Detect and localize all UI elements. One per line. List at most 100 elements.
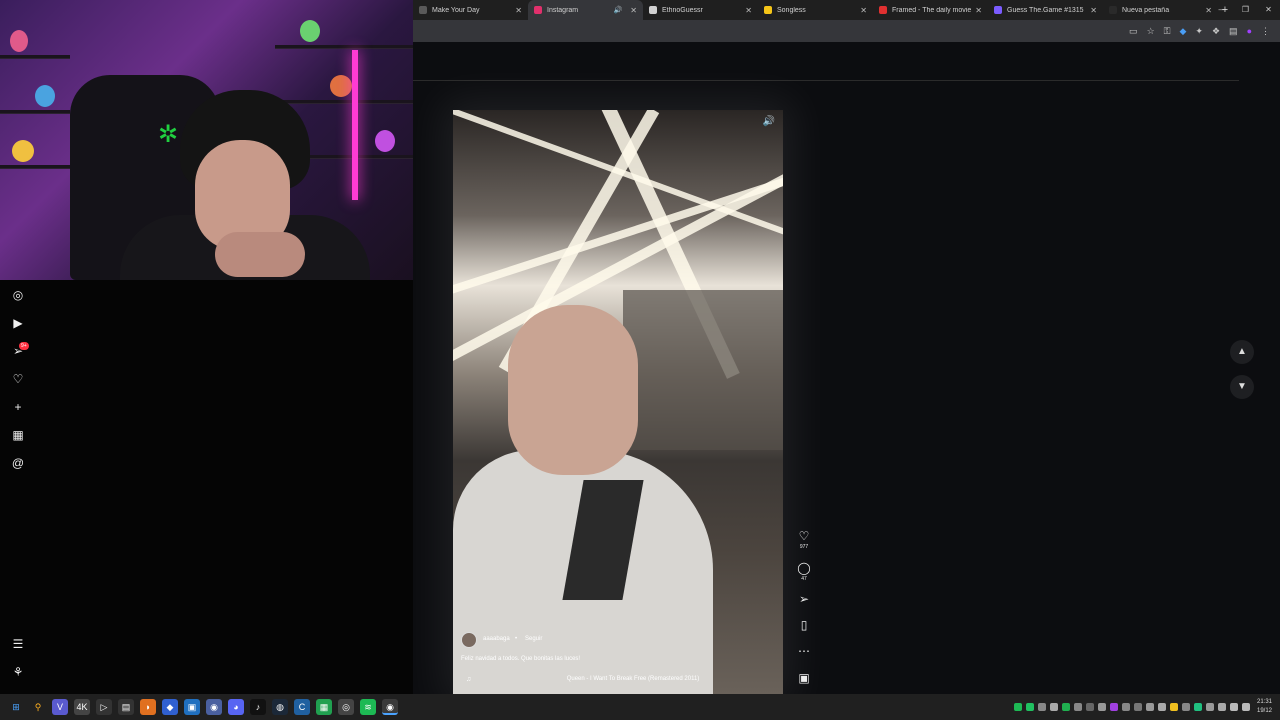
spotify-icon[interactable]: ≋ — [360, 699, 376, 715]
close-icon[interactable]: ✕ — [745, 6, 752, 15]
more-menu-icon[interactable]: ☰ — [10, 636, 26, 652]
close-icon[interactable]: ✕ — [515, 6, 522, 15]
app-icon[interactable]: ◉ — [206, 699, 222, 715]
profile-icon[interactable]: ● — [1247, 26, 1252, 36]
start-icon[interactable]: ⊞ — [8, 699, 24, 715]
app-icon[interactable]: ◆ — [162, 699, 178, 715]
tab-favicon — [764, 6, 772, 14]
tab-favicon — [1109, 6, 1117, 14]
volume-icon[interactable]: 🔊 — [763, 116, 775, 127]
avatar[interactable] — [461, 632, 477, 648]
threads-icon[interactable]: @ — [10, 455, 26, 471]
app-icon[interactable]: 4K — [74, 699, 90, 715]
app-icon[interactable]: V — [52, 699, 68, 715]
minimize-button[interactable]: — — [1211, 0, 1234, 20]
tray-icon[interactable] — [1146, 703, 1154, 711]
tray-icon[interactable] — [1122, 703, 1130, 711]
tab-framed[interactable]: Framed - The daily movie gu ✕ — [873, 0, 988, 20]
next-reel-button[interactable]: ▼ — [1230, 375, 1254, 399]
comment-count: 47 — [801, 576, 807, 582]
tray-icon[interactable] — [1014, 703, 1022, 711]
discord-icon[interactable]: ◕ — [228, 699, 244, 715]
steam-icon[interactable]: ◍ — [272, 699, 288, 715]
reel-song[interactable]: Queen - I Want To Break Free (Remastered… — [453, 676, 783, 682]
app-icon[interactable]: ▦ — [316, 699, 332, 715]
save-button[interactable]: ▯ — [795, 618, 813, 632]
tray-icon[interactable] — [1170, 703, 1178, 711]
cast-icon[interactable]: ▭ — [1129, 26, 1138, 37]
close-window-button[interactable]: ✕ — [1257, 0, 1280, 20]
close-icon[interactable]: ✕ — [630, 6, 637, 15]
sidebar-icon[interactable]: ▤ — [1229, 26, 1238, 37]
more-options-button[interactable]: ⋯ — [795, 644, 813, 658]
star-icon[interactable]: ☆ — [1147, 26, 1155, 37]
share-button[interactable]: ➢ — [795, 592, 813, 606]
speaker-icon[interactable]: 🔊 — [614, 6, 623, 14]
tray-icon[interactable] — [1062, 703, 1070, 711]
tray-icon[interactable] — [1182, 703, 1190, 711]
taskbar-clock[interactable]: 21:31 19/12 — [1257, 698, 1272, 716]
tray-icon[interactable] — [1110, 703, 1118, 711]
tab-songless[interactable]: Songless ✕ — [758, 0, 873, 20]
menu-icon[interactable]: ⋮ — [1261, 26, 1270, 37]
search-icon[interactable]: ⚲ — [30, 699, 46, 715]
app-icon[interactable]: ◗ — [140, 699, 156, 715]
tab-ethnoguessr[interactable]: EthnoGuessr ✕ — [643, 0, 758, 20]
tab-new-tab[interactable]: Nueva pestaña ✕ — [1103, 0, 1218, 20]
tab-guess-the-game[interactable]: Guess The.Game #1315 ✕ — [988, 0, 1103, 20]
maximize-button[interactable]: ❐ — [1234, 0, 1257, 20]
tray-icon[interactable] — [1206, 703, 1214, 711]
reel-video[interactable]: 🔊 aaaabaga • Seguir Feliz navidad a todo… — [453, 110, 783, 695]
close-icon[interactable]: ✕ — [860, 6, 867, 15]
app-icon[interactable]: ▤ — [118, 699, 134, 715]
tab-make-your-day[interactable]: Make Your Day ✕ — [413, 0, 528, 20]
notifications-icon[interactable]: ♡ — [10, 371, 26, 387]
chrome-icon[interactable]: ◉ — [382, 699, 398, 715]
comment-button[interactable]: ◯ 47 — [795, 561, 813, 582]
tab-instagram[interactable]: Instagram 🔊 ✕ — [528, 0, 643, 20]
instagram-icon — [534, 6, 542, 14]
tray-icon[interactable] — [1194, 703, 1202, 711]
send-icon: ➢ — [798, 592, 810, 606]
tiktok-icon[interactable]: ♪ — [250, 699, 266, 715]
also-from-meta-icon[interactable]: ⚘ — [10, 664, 26, 680]
dashboard-icon[interactable]: ▦ — [10, 427, 26, 443]
tray-icon[interactable] — [1074, 703, 1082, 711]
system-tray — [1014, 694, 1250, 720]
create-icon[interactable]: + — [10, 399, 26, 415]
tray-icon[interactable] — [1158, 703, 1166, 711]
tray-icon[interactable] — [1242, 703, 1250, 711]
tray-icon[interactable] — [1230, 703, 1238, 711]
tray-icon[interactable] — [1086, 703, 1094, 711]
tab-title: EthnoGuessr — [662, 6, 703, 14]
reels-icon[interactable]: ▶ — [10, 315, 26, 331]
tray-icon[interactable] — [1038, 703, 1046, 711]
razer-logo-icon: ✲ — [157, 121, 179, 148]
close-icon[interactable]: ✕ — [1090, 6, 1097, 15]
bookmark-icon[interactable]: ❖ — [1212, 26, 1220, 37]
audio-thumbnail[interactable]: ▣ — [795, 671, 813, 685]
app-icon[interactable]: C — [294, 699, 310, 715]
shield-icon[interactable]: ◆ — [1180, 26, 1187, 37]
tray-icon[interactable] — [1098, 703, 1106, 711]
app-icon[interactable]: ▷ — [96, 699, 112, 715]
extensions-icon[interactable]: ✦ — [1195, 26, 1203, 37]
app-icon[interactable]: ▣ — [184, 699, 200, 715]
key-icon[interactable]: ⚿ — [1164, 26, 1171, 37]
bookmark-icon: ▯ — [800, 618, 808, 632]
like-button[interactable]: ♡ 977 — [795, 529, 813, 550]
follow-button[interactable]: Seguir — [525, 636, 542, 642]
ellipsis-icon: ⋯ — [798, 644, 810, 658]
separator-dot: • — [515, 636, 518, 642]
tab-title: Framed - The daily movie gu — [892, 6, 972, 14]
explore-icon[interactable]: ◎ — [10, 287, 26, 303]
clock-date: 19/12 — [1256, 708, 1272, 714]
reel-username[interactable]: aaaabaga — [483, 636, 510, 642]
tray-icon[interactable] — [1134, 703, 1142, 711]
app-icon[interactable]: ◎ — [338, 699, 354, 715]
previous-reel-button[interactable]: ▲ — [1230, 340, 1254, 364]
tray-icon[interactable] — [1050, 703, 1058, 711]
tray-icon[interactable] — [1218, 703, 1226, 711]
tray-icon[interactable] — [1026, 703, 1034, 711]
close-icon[interactable]: ✕ — [975, 6, 982, 15]
